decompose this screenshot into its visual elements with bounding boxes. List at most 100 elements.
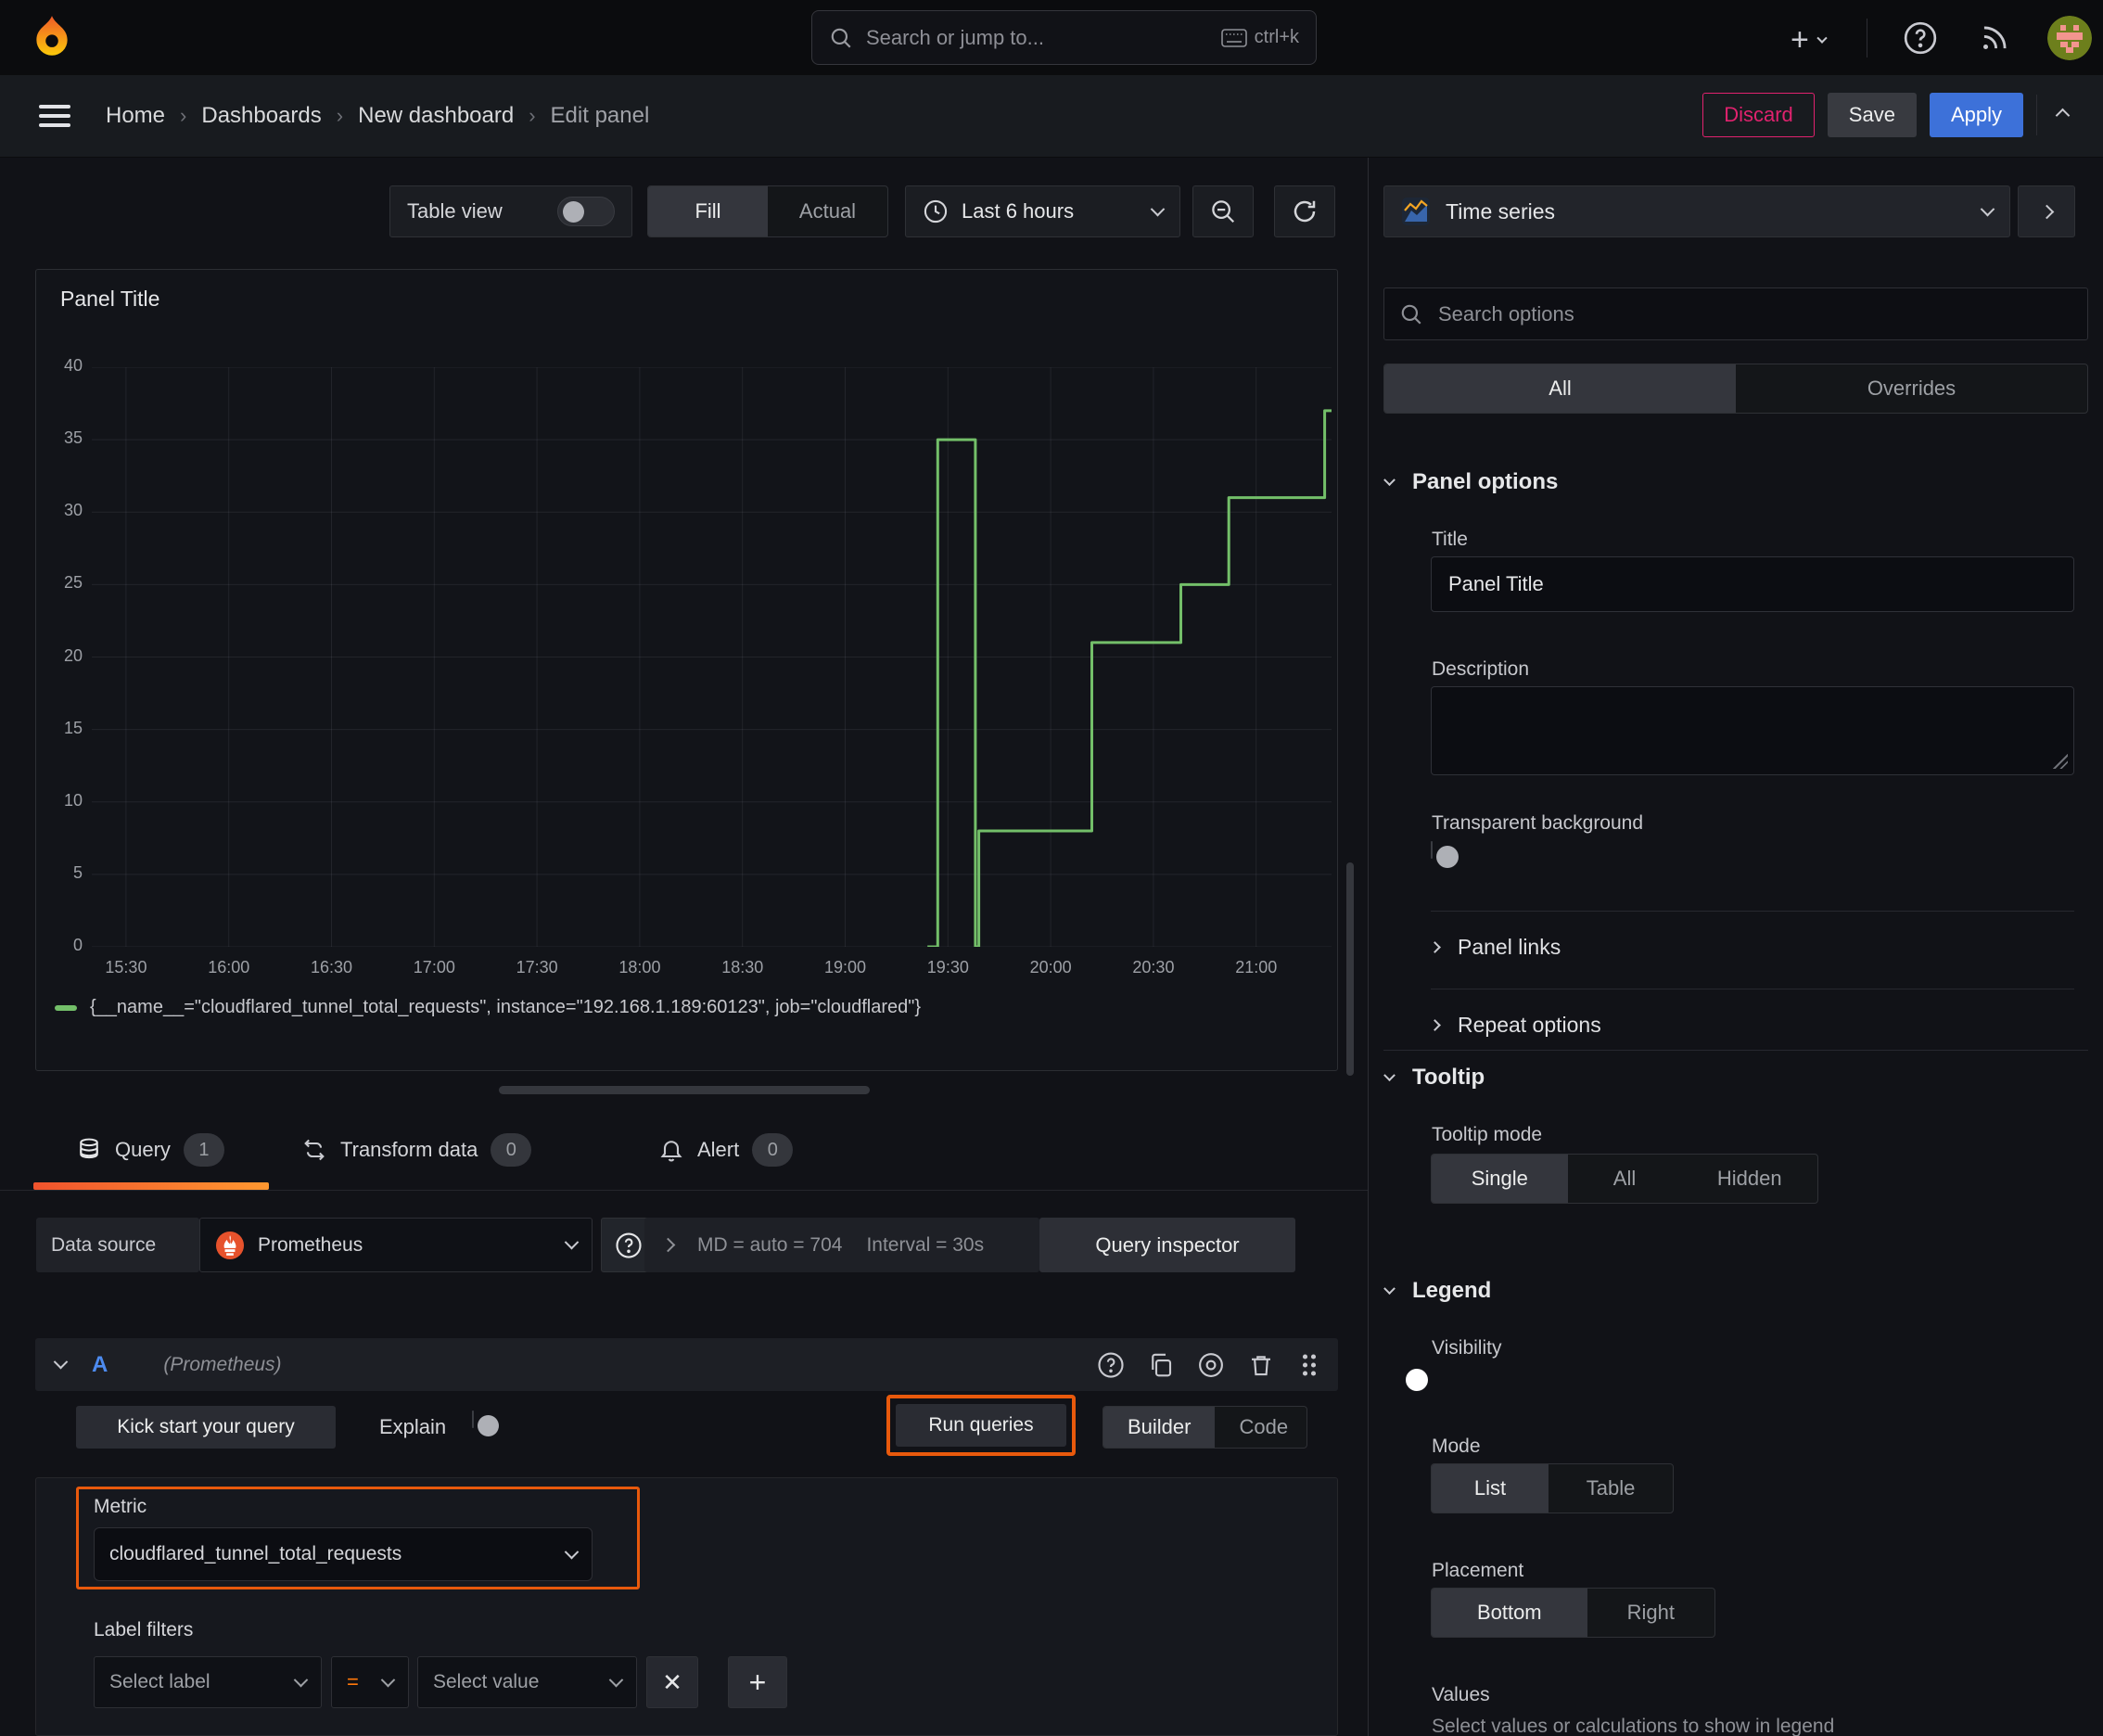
user-avatar[interactable]	[2047, 16, 2092, 60]
x-tick-label: 20:00	[1029, 958, 1072, 976]
query-ref-id: A	[92, 1351, 108, 1377]
repeat-options-section[interactable]: Repeat options	[1429, 1013, 1601, 1038]
zoom-out-button[interactable]	[1192, 185, 1254, 237]
tooltip-hidden-option[interactable]: Hidden	[1681, 1155, 1817, 1203]
collapse-header-button[interactable]	[2050, 108, 2075, 122]
placement-bottom-option[interactable]: Bottom	[1432, 1589, 1587, 1637]
series-label[interactable]: {__name__="cloudflared_tunnel_total_requ…	[90, 997, 921, 1018]
query-help-button[interactable]	[1097, 1351, 1125, 1379]
table-view-toggle[interactable]	[557, 197, 615, 226]
tab-alert[interactable]: Alert 0	[658, 1133, 794, 1167]
grafana-logo[interactable]	[28, 13, 76, 61]
panel[interactable]: Panel Title 0 5 10 15 20 25 30 35 40 15:30 16:00 1…	[35, 269, 1338, 1071]
visualization-picker[interactable]: Time series	[1383, 185, 2010, 237]
x-tick-label: 16:00	[208, 958, 250, 976]
options-search[interactable]	[1383, 287, 2088, 340]
options-search-input[interactable]	[1436, 300, 2072, 327]
expand-stats-icon[interactable]	[660, 1237, 676, 1253]
metric-select[interactable]: cloudflared_tunnel_total_requests	[94, 1527, 593, 1581]
add-filter-button[interactable]: +	[728, 1656, 787, 1708]
help-circle-icon	[1098, 1351, 1124, 1378]
duplicate-query-button[interactable]	[1147, 1351, 1175, 1379]
collapse-options-button[interactable]	[2018, 185, 2075, 237]
panel-title-input[interactable]	[1431, 556, 2074, 612]
transparent-background-toggle[interactable]	[1431, 841, 1459, 868]
menu-toggle-button[interactable]	[39, 105, 70, 127]
help-button[interactable]	[1903, 20, 1938, 56]
select-value-dropdown[interactable]: Select value	[417, 1656, 637, 1708]
description-textarea[interactable]	[1431, 686, 2074, 775]
resize-handle[interactable]	[2053, 754, 2068, 769]
discard-button[interactable]: Discard	[1702, 93, 1815, 137]
breadcrumb-new-dashboard[interactable]: New dashboard	[358, 103, 514, 129]
panel-actions: Discard Save Apply	[1702, 93, 2075, 137]
legend-title: Legend	[1412, 1278, 1492, 1303]
delete-query-button[interactable]	[1247, 1351, 1275, 1379]
hide-response-button[interactable]	[1197, 1351, 1225, 1379]
collapse-query-icon[interactable]	[53, 1354, 69, 1370]
tab-query-label: Query	[115, 1138, 171, 1161]
section-divider	[1431, 911, 2074, 912]
query-row-header[interactable]: A (Prometheus)	[35, 1338, 1338, 1391]
add-new-button[interactable]: +	[1791, 22, 1828, 58]
y-tick-label: 15	[63, 718, 83, 737]
breadcrumb-home[interactable]: Home	[106, 103, 165, 129]
search-input[interactable]	[864, 24, 1210, 51]
legend-placement-switch: Bottom Right	[1431, 1588, 1715, 1638]
run-queries-highlight: Run queries	[886, 1395, 1076, 1456]
tooltip-header[interactable]: Tooltip	[1383, 1065, 1485, 1091]
save-button[interactable]: Save	[1827, 93, 1917, 137]
timeseries-chart[interactable]	[92, 366, 1332, 949]
tab-all[interactable]: All	[1384, 364, 1736, 413]
breadcrumb-dashboards[interactable]: Dashboards	[201, 103, 321, 129]
chart-legend: {__name__="cloudflared_tunnel_total_requ…	[55, 997, 921, 1018]
mode-list-option[interactable]: List	[1432, 1464, 1549, 1513]
y-tick-label: 10	[63, 790, 83, 810]
y-tick-label: 0	[72, 936, 83, 954]
time-range-picker[interactable]: Last 6 hours	[905, 185, 1180, 237]
series-color-marker[interactable]	[55, 1004, 77, 1011]
panel-options-header[interactable]: Panel options	[1383, 469, 1558, 495]
news-feed-button[interactable]	[1977, 20, 2012, 56]
kick-start-query-button[interactable]: Kick start your query	[76, 1406, 336, 1449]
metric-label: Metric	[94, 1496, 147, 1517]
visibility-label: Visibility	[1432, 1337, 1502, 1359]
mode-table-option[interactable]: Table	[1549, 1464, 1673, 1513]
tab-transform-data[interactable]: Transform data 0	[301, 1133, 532, 1167]
viz-type-label: Time series	[1446, 198, 1555, 223]
explain-toggle[interactable]	[472, 1410, 499, 1436]
panel-options-pane: Time series All Overrides Panel options …	[1368, 158, 2103, 1736]
legend-header[interactable]: Legend	[1383, 1278, 1492, 1304]
actions-divider	[2036, 95, 2037, 135]
edit-panel-main: Table view Fill Actual Last 6 hours Pane…	[0, 158, 1368, 1736]
horizontal-resize-handle[interactable]	[499, 1086, 870, 1094]
select-value-placeholder: Select value	[433, 1671, 540, 1692]
tooltip-single-option[interactable]: Single	[1432, 1155, 1568, 1203]
transform-count-badge: 0	[491, 1133, 532, 1167]
tab-query[interactable]: Query 1	[76, 1133, 224, 1167]
select-label-dropdown[interactable]: Select label	[94, 1656, 322, 1708]
datasource-field-label: Data source	[36, 1218, 199, 1272]
code-option[interactable]: Code	[1215, 1407, 1306, 1448]
drag-query-handle[interactable]	[1297, 1351, 1321, 1379]
vertical-scrollbar[interactable]	[1346, 862, 1354, 1076]
query-inspector-button[interactable]: Query inspector	[1039, 1218, 1295, 1272]
actual-option[interactable]: Actual	[768, 186, 887, 236]
run-queries-button[interactable]: Run queries	[896, 1404, 1066, 1447]
database-icon	[80, 1138, 98, 1159]
refresh-button[interactable]	[1274, 185, 1335, 237]
builder-option[interactable]: Builder	[1103, 1407, 1216, 1448]
global-search[interactable]: ctrl+k	[811, 10, 1317, 65]
panel-links-section[interactable]: Panel links	[1429, 935, 1561, 960]
placement-right-option[interactable]: Right	[1587, 1589, 1714, 1637]
tab-overrides[interactable]: Overrides	[1736, 364, 2087, 413]
remove-filter-button[interactable]: ✕	[646, 1656, 698, 1708]
copy-icon	[1152, 1353, 1172, 1376]
tooltip-all-option[interactable]: All	[1568, 1155, 1682, 1203]
help-icon	[1904, 21, 1937, 55]
operator-dropdown[interactable]: =	[331, 1656, 409, 1708]
datasource-picker[interactable]: Prometheus	[199, 1218, 593, 1272]
metric-value: cloudflared_tunnel_total_requests	[109, 1543, 402, 1564]
fill-option[interactable]: Fill	[648, 186, 768, 236]
apply-button[interactable]: Apply	[1929, 93, 2023, 137]
